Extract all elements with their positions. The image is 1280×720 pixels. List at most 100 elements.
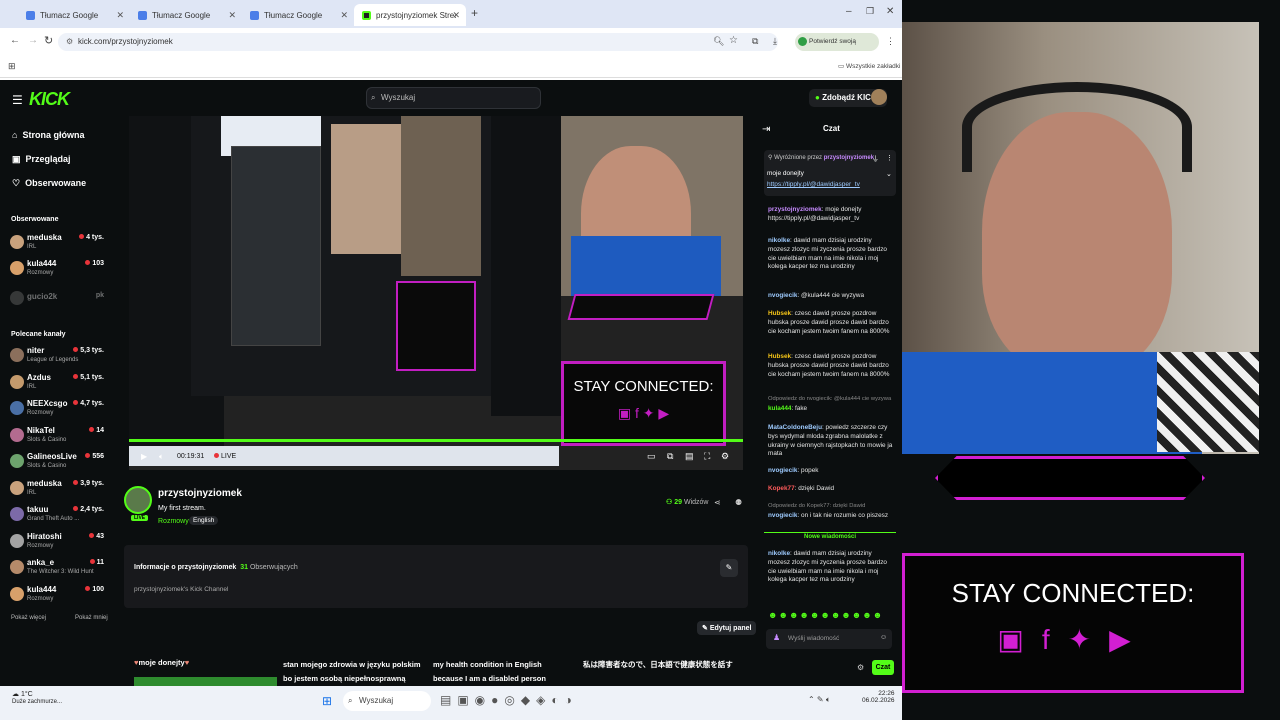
close-icon[interactable]: ✕ bbox=[340, 10, 348, 21]
edit-pencil-icon[interactable]: ✎ bbox=[720, 559, 738, 577]
live-progress-bar[interactable] bbox=[129, 439, 743, 442]
followed-channel[interactable]: meduska IRL 4 tys. bbox=[10, 232, 110, 258]
pin-toggle-icon[interactable]: ⏚ bbox=[872, 154, 879, 164]
more-options-icon[interactable]: ⋮ bbox=[886, 154, 893, 162]
nav-home[interactable]: ⌂ Strona główna bbox=[12, 130, 84, 140]
bookmark-star-icon[interactable]: ☆ bbox=[729, 35, 738, 46]
recommended-channel[interactable]: Azdus IRL 5,1 tys. bbox=[10, 372, 110, 398]
share-icon[interactable]: ⋖ bbox=[714, 498, 721, 507]
kick-icon bbox=[362, 10, 371, 20]
recommended-channel[interactable]: niter League of Legends 5,3 tys. bbox=[10, 345, 110, 371]
clock[interactable]: 22:26 06.02.2026 bbox=[862, 690, 895, 704]
window-close-button[interactable]: ✕ bbox=[886, 6, 894, 17]
show-more-button[interactable]: Pokaż więcej bbox=[11, 615, 46, 621]
social-icons: ▣f✦▶ bbox=[997, 624, 1149, 655]
clip-icon[interactable]: ⧉ bbox=[667, 451, 673, 462]
chat-message: nvogiecik: popek bbox=[768, 467, 819, 474]
settings-gear-icon[interactable]: ⚙ bbox=[721, 451, 729, 462]
chat-reply-context: Odpowiedz do nvogiecik: @kula444 cie wyz… bbox=[768, 396, 892, 402]
taskbar-apps[interactable]: ▤▣◉●◎◆◈◐◑ bbox=[440, 693, 578, 707]
recommended-channel[interactable]: NikaTel Slots & Casino 14 bbox=[10, 425, 110, 451]
tab-kick-stream[interactable]: przystojnyziomek Stream - Wa✕ bbox=[354, 4, 466, 26]
chat-header: Czat bbox=[823, 124, 840, 133]
recommended-channel[interactable]: takuu Grand Theft Auto ... 2,4 tys. bbox=[10, 504, 110, 530]
channel-name[interactable]: przystojnyziomek bbox=[158, 488, 242, 499]
hamburger-menu-icon[interactable]: ☰ bbox=[12, 93, 23, 107]
video-player[interactable]: STAY CONNECTED: ▣ f ✦ ▶ ▶ 🔈︎ 00:19:31 LI… bbox=[129, 116, 743, 470]
send-chat-button[interactable]: Czat bbox=[872, 660, 894, 675]
search-input[interactable]: ⌕ Wyszukaj bbox=[366, 87, 541, 109]
nav-browse[interactable]: ▣ Przeglądaj bbox=[12, 154, 71, 165]
zoom-icon[interactable]: 🔍︎ bbox=[713, 36, 724, 47]
all-bookmarks-folder[interactable]: ▭ Wszystkie zakładki bbox=[838, 62, 901, 70]
play-icon[interactable]: ▶ bbox=[141, 452, 147, 461]
video-stay-connected-panel: STAY CONNECTED: ▣ f ✦ ▶ bbox=[561, 361, 726, 446]
edit-panel-button[interactable]: ✎ Edytuj panel bbox=[697, 621, 757, 635]
address-bar[interactable]: kick.com/przystojnyziomek bbox=[58, 33, 778, 51]
weather-widget[interactable]: ☁ 1°C Duże zachmurze... bbox=[12, 690, 62, 705]
kicks-coin-icon: ● bbox=[815, 93, 820, 102]
close-icon[interactable]: ✕ bbox=[228, 10, 236, 21]
chat-message: nikolke: dawid mam dzisiaj urodziny moze… bbox=[768, 550, 887, 584]
menu-kebab-icon[interactable]: ⋮ bbox=[886, 36, 895, 47]
system-tray-icons[interactable]: ⌃ ✎ 🔈︎ bbox=[808, 695, 831, 705]
followed-channel[interactable]: kula444 Rozmowy 103 bbox=[10, 258, 110, 284]
chevron-down-icon[interactable]: ⌄ bbox=[886, 170, 892, 178]
nav-following[interactable]: ♡ Obserwowane bbox=[12, 178, 86, 189]
recommended-channel[interactable]: NEEXcsgo Rozmowy 4,7 tys. bbox=[10, 398, 110, 424]
windows-start-icon[interactable]: ⊞ bbox=[322, 694, 332, 708]
chat-reply-context: Odpowiedz do Kopek77: dzięki Dawid bbox=[768, 503, 866, 509]
show-less-button[interactable]: Pokaż mniej bbox=[75, 615, 108, 621]
avatar bbox=[10, 235, 24, 249]
avatar bbox=[10, 560, 24, 574]
recommended-channel[interactable]: GalineosLive Slots & Casino 556 bbox=[10, 451, 110, 477]
minimize-button[interactable]: – bbox=[846, 6, 852, 17]
theatre-mode-icon[interactable]: ▭ bbox=[647, 451, 656, 462]
emoji-icon[interactable]: ☺ bbox=[880, 634, 887, 641]
google-translate-icon bbox=[250, 10, 259, 20]
emote-bar[interactable]: ☻☻☻☻☻☻☻☻☻☻☻ bbox=[768, 610, 883, 620]
chat-message: MataColdoneBeju: powiedz szczerze czy by… bbox=[768, 424, 893, 458]
site-info-icon[interactable]: ⚙ bbox=[66, 37, 73, 46]
tab-google-translate-2[interactable]: Tłumacz Google ✕ bbox=[130, 4, 242, 26]
pencil-icon: ✎ bbox=[702, 625, 708, 632]
download-icon[interactable]: ⤓ bbox=[773, 36, 777, 47]
verify-identity-chip[interactable]: Potwierdź swoją tożsamość bbox=[795, 33, 879, 63]
fullscreen-icon[interactable]: ⛶ bbox=[704, 451, 710, 462]
recommended-channel[interactable]: meduska IRL 3,9 tys. bbox=[10, 478, 110, 504]
pip-icon[interactable]: ▤ bbox=[685, 451, 694, 462]
close-icon[interactable]: ✕ bbox=[116, 10, 124, 21]
heart-icon: ♡ bbox=[12, 178, 21, 188]
new-messages-divider[interactable]: Nowe wiadomości bbox=[764, 532, 896, 541]
followed-channel-offline[interactable]: gucio2k pk bbox=[10, 288, 110, 314]
zebra-blanket bbox=[1157, 352, 1259, 452]
volume-icon[interactable]: 🔈︎ bbox=[159, 452, 164, 462]
forward-icon[interactable]: → bbox=[28, 35, 38, 46]
new-tab-button[interactable]: + bbox=[471, 6, 478, 20]
reload-icon[interactable]: ↻ bbox=[44, 34, 53, 47]
category-link[interactable]: Rozmowy bbox=[158, 518, 189, 525]
video-content-screen bbox=[191, 116, 491, 396]
maximize-button[interactable]: ❐ bbox=[866, 6, 874, 17]
pinned-link[interactable]: https://tipply.pl/@dawidjasper_tv bbox=[767, 181, 860, 188]
extensions-icon[interactable]: ⧉ bbox=[752, 36, 758, 47]
chat-settings-icon[interactable]: ⚙ bbox=[857, 663, 864, 672]
recommended-channel[interactable]: Hiratoshi Rozmowy 43 bbox=[10, 531, 110, 557]
user-avatar[interactable] bbox=[871, 89, 887, 105]
viewers-icon: ⚇ bbox=[666, 499, 673, 506]
taskbar-search[interactable]: ⌕ Wyszukaj bbox=[343, 691, 431, 711]
apps-grid-icon[interactable]: ⊞ bbox=[8, 61, 16, 72]
collapse-chat-icon[interactable]: ⇥ bbox=[762, 124, 770, 135]
tab-google-translate-1[interactable]: Tłumacz Google ✕ bbox=[18, 4, 130, 26]
back-icon[interactable]: ← bbox=[10, 35, 20, 46]
profile-icon[interactable]: ⚉ bbox=[735, 498, 742, 507]
language-tag[interactable]: English bbox=[189, 516, 219, 525]
chat-message: nikolke: dawid mam dzisiaj urodziny moze… bbox=[768, 237, 887, 271]
chat-input[interactable]: ♟ Wyślij wiadomość ☺ bbox=[766, 629, 892, 649]
kick-logo[interactable]: KICK bbox=[29, 89, 70, 110]
recommended-channel[interactable]: anka_e The Witcher 3: Wild Hunt 11 bbox=[10, 557, 110, 583]
close-icon[interactable]: ✕ bbox=[452, 10, 460, 21]
channel-avatar[interactable] bbox=[124, 486, 152, 514]
tab-google-translate-3[interactable]: Tłumacz Google ✕ bbox=[242, 4, 354, 26]
recommended-channel[interactable]: kula444 Rozmowy 100 bbox=[10, 584, 110, 610]
